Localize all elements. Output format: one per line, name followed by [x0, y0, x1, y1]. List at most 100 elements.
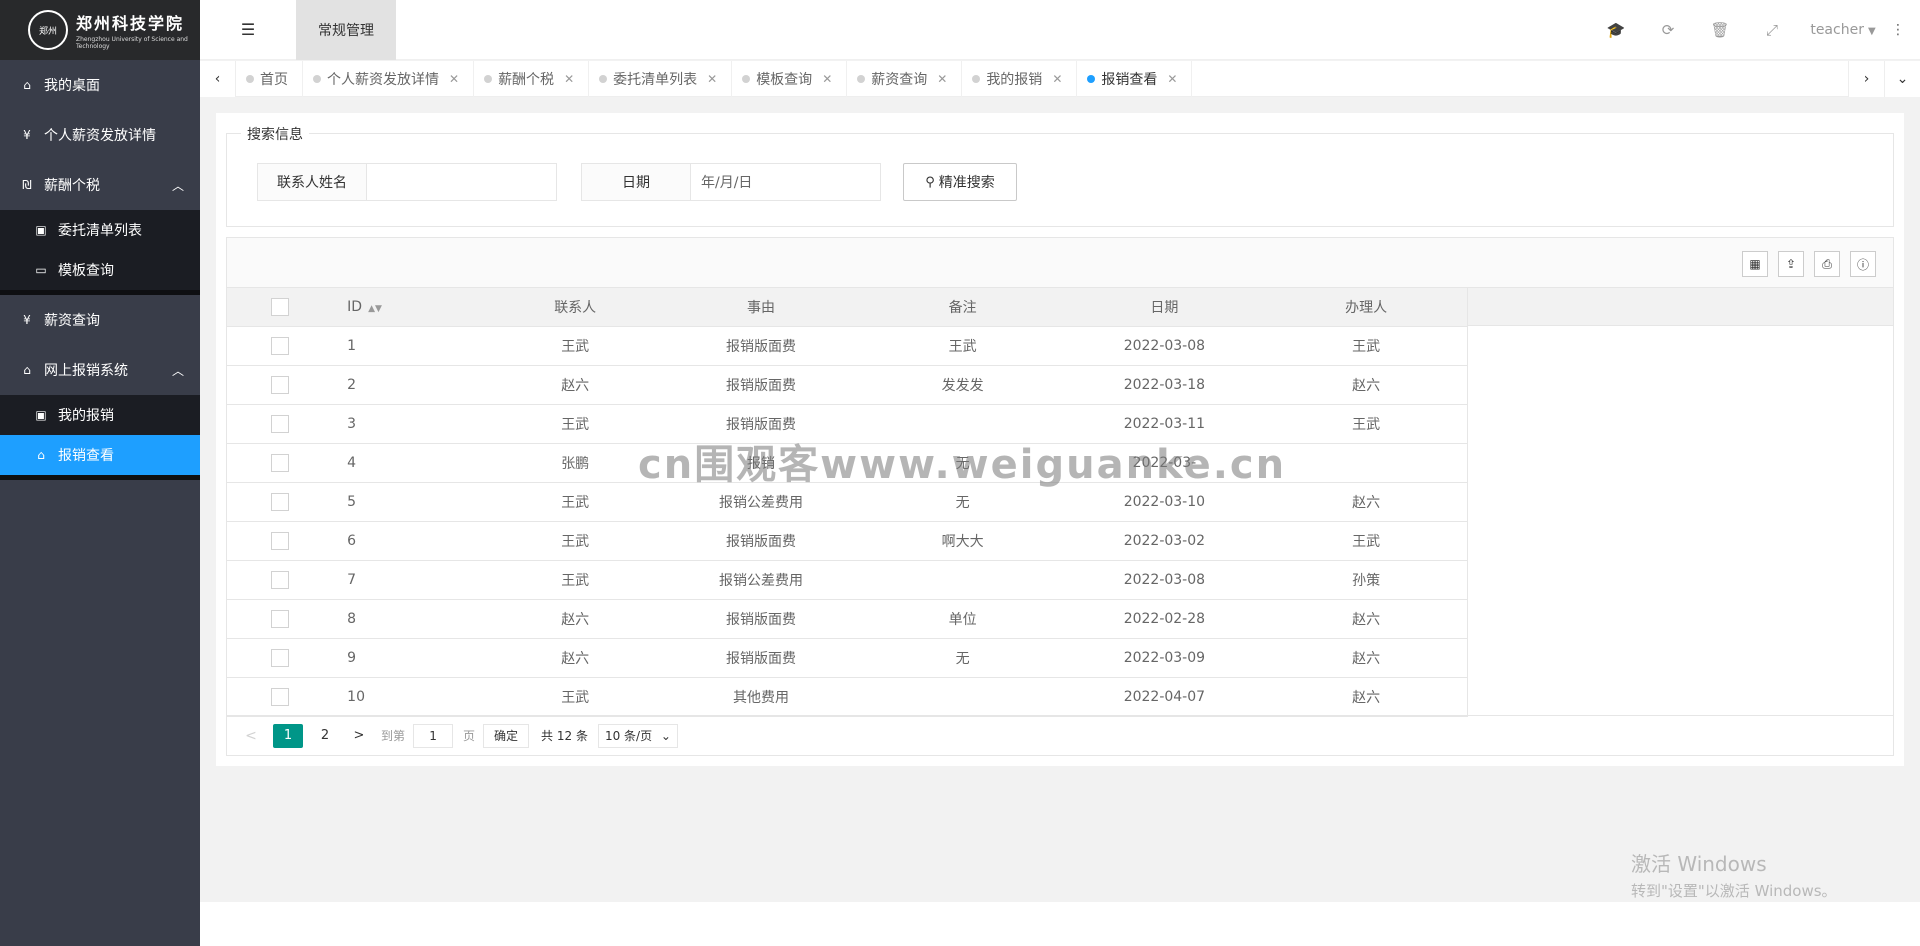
cell-handler: 王武 [1265, 404, 1467, 444]
table-row[interactable]: 1 王武 报销版面费 王武 2022-03-08 王武 [227, 326, 1467, 366]
row-checkbox[interactable] [271, 648, 290, 667]
sidebar-item-salary-tax[interactable]: ₪ 薪酬个税 ︿ [0, 160, 200, 210]
columns-filter-icon[interactable]: ▦ [1742, 251, 1768, 277]
table-row[interactable]: 6 王武 报销版面费 啊大大 2022-03-02 王武 [227, 521, 1467, 561]
table-right-border [1467, 288, 1468, 717]
print-icon[interactable]: ⎙ [1814, 251, 1840, 277]
goto-confirm-button[interactable]: 确定 [483, 723, 530, 748]
refresh-icon[interactable]: ⟳ [1642, 21, 1694, 39]
sidebar-item-desktop[interactable]: ⌂ 我的桌面 [0, 60, 200, 110]
tab-template-query[interactable]: 模板查询 ✕ [732, 61, 848, 97]
sidebar-item-my-reimbursement[interactable]: ▣ 我的报销 [0, 395, 200, 435]
graduation-cap-icon[interactable]: 🎓 [1590, 21, 1642, 39]
name-input[interactable] [367, 163, 557, 201]
tab-dot-icon [313, 75, 321, 83]
sidebar-item-template-query[interactable]: ▭ 模板查询 [0, 250, 200, 290]
cell-date: 2022-03-09 [1063, 638, 1266, 678]
row-checkbox[interactable] [271, 570, 290, 589]
tab-dot-icon [742, 75, 751, 83]
row-checkbox[interactable] [271, 492, 290, 511]
tab-dot-icon [972, 75, 981, 83]
row-checkbox[interactable] [271, 531, 290, 550]
table-row[interactable]: 8 赵六 报销版面费 单位 2022-02-28 赵六 [227, 599, 1467, 639]
row-checkbox[interactable] [271, 375, 290, 394]
row-checkbox[interactable] [271, 687, 290, 706]
tab-dot-icon [246, 75, 254, 83]
trash-icon[interactable]: 🗑 [1694, 21, 1746, 39]
cell-date: 2022-02-28 [1063, 599, 1266, 639]
tab-label: 个人薪资发放详情 [327, 72, 439, 88]
search-icon: ⚲ [925, 174, 935, 190]
cell-contact: 张鹏 [490, 443, 661, 483]
sidebar-item-salary-detail[interactable]: ¥ 个人薪资发放详情 [0, 110, 200, 160]
sidebar-item-reimbursement-view[interactable]: ⌂ 报销查看 [0, 435, 200, 475]
close-icon[interactable]: ✕ [564, 72, 574, 86]
tab-scroll-right-icon[interactable]: › [1848, 61, 1884, 97]
logo[interactable]: 郑州 郑州科技学院 Zhengzhou University of Scienc… [0, 0, 200, 60]
yen-icon: ¥ [23, 313, 31, 327]
close-icon[interactable]: ✕ [937, 72, 947, 86]
info-icon[interactable]: ⓘ [1850, 251, 1876, 277]
tab-salary-tax[interactable]: 薪酬个税 ✕ [474, 61, 590, 97]
cell-contact: 王武 [490, 404, 661, 444]
tab-reimbursement-view[interactable]: 报销查看 ✕ [1077, 61, 1193, 97]
reimbursement-table: ID ▲▼ 联系人 事由 备注 日期 办理人 1 王武 报销版面费 王武 2022-03-… [227, 288, 1467, 717]
close-icon[interactable]: ✕ [1052, 72, 1062, 86]
search-button[interactable]: ⚲ 精准搜索 [903, 163, 1017, 201]
next-page-button[interactable]: > [347, 724, 371, 748]
row-checkbox[interactable] [271, 453, 290, 472]
cell-date: 2022-03-08 [1063, 326, 1266, 366]
tab-label: 薪资查询 [871, 72, 928, 88]
page-size-select[interactable]: 10 条/页 ⌄ [597, 723, 678, 748]
date-field: 日期 年/月/日 [581, 163, 881, 201]
col-id[interactable]: ID ▲▼ [333, 288, 491, 327]
tab-my-reimbursement[interactable]: 我的报销 ✕ [962, 61, 1078, 97]
submenu-divider [0, 475, 200, 480]
date-label: 日期 [581, 163, 691, 201]
more-vertical-icon[interactable]: ⋮ [1888, 22, 1908, 38]
col-reason: 事由 [660, 288, 862, 327]
close-icon[interactable]: ✕ [1167, 72, 1177, 86]
table-row[interactable]: 2 赵六 报销版面费 发发发 2022-03-18 赵六 [227, 365, 1467, 405]
goto-page-input[interactable]: 1 [413, 723, 454, 748]
sidebar-item-salary-query[interactable]: ¥ 薪资查询 [0, 295, 200, 345]
tab-salary-query[interactable]: 薪资查询 ✕ [847, 61, 963, 97]
sidebar: 郑州 郑州科技学院 Zhengzhou University of Scienc… [0, 0, 200, 946]
fullscreen-icon[interactable]: ⤢ [1746, 21, 1798, 39]
windows-activation-notice: 激活 Windows 转到"设置"以激活 Windows。 [1631, 848, 1837, 901]
page-1-button[interactable]: 1 [273, 723, 303, 748]
tab-scroll-left-icon[interactable]: ‹ [200, 61, 236, 97]
sidebar-item-delegation-list[interactable]: ▣ 委托清单列表 [0, 210, 200, 250]
prev-page-button[interactable]: < [239, 724, 263, 748]
row-checkbox[interactable] [271, 336, 290, 355]
export-icon[interactable]: ⇪ [1778, 251, 1804, 277]
cell-id: 1 [333, 326, 491, 366]
user-menu[interactable]: teacher ▼ [1798, 22, 1888, 38]
tab-home[interactable]: 首页 [236, 61, 303, 97]
sidebar-item-reimbursement-system[interactable]: ⌂ 网上报销系统 ︿ [0, 345, 200, 395]
select-all-checkbox[interactable] [271, 297, 290, 316]
col-date: 日期 [1063, 288, 1266, 327]
date-input[interactable]: 年/月/日 [691, 163, 881, 201]
tab-label: 报销查看 [1101, 72, 1158, 88]
row-checkbox[interactable] [271, 414, 290, 433]
window-icon: ▭ [35, 263, 47, 277]
pagination: < 1 2 > 到第 1 页 确定 共 12 条 10 条/页 ⌄ [227, 715, 1893, 755]
page-2-button[interactable]: 2 [313, 724, 337, 748]
sort-icon[interactable]: ▲▼ [368, 304, 382, 314]
menu-toggle-icon[interactable]: ☰ [200, 0, 296, 60]
sidebar-item-label: 薪酬个税 [44, 178, 100, 194]
close-icon[interactable]: ✕ [822, 72, 832, 86]
cell-id: 6 [333, 521, 491, 561]
header-tab-general[interactable]: 常规管理 [296, 0, 396, 60]
table-row[interactable]: 7 王武 报销公差费用 2022-03-08 孙策 [227, 560, 1467, 600]
table-row[interactable]: 10 王武 其他费用 2022-04-07 赵六 [227, 677, 1467, 717]
row-checkbox[interactable] [271, 609, 290, 628]
close-icon[interactable]: ✕ [449, 72, 459, 86]
table-row[interactable]: 9 赵六 报销版面费无 2022-03-09 赵六 [227, 638, 1467, 678]
caret-down-icon: ▼ [1867, 26, 1876, 37]
close-icon[interactable]: ✕ [707, 72, 717, 86]
tab-salary-detail[interactable]: 个人薪资发放详情 ✕ [303, 61, 475, 97]
tab-dropdown-icon[interactable]: ⌄ [1884, 61, 1920, 97]
tab-delegation-list[interactable]: 委托清单列表 ✕ [589, 61, 733, 97]
